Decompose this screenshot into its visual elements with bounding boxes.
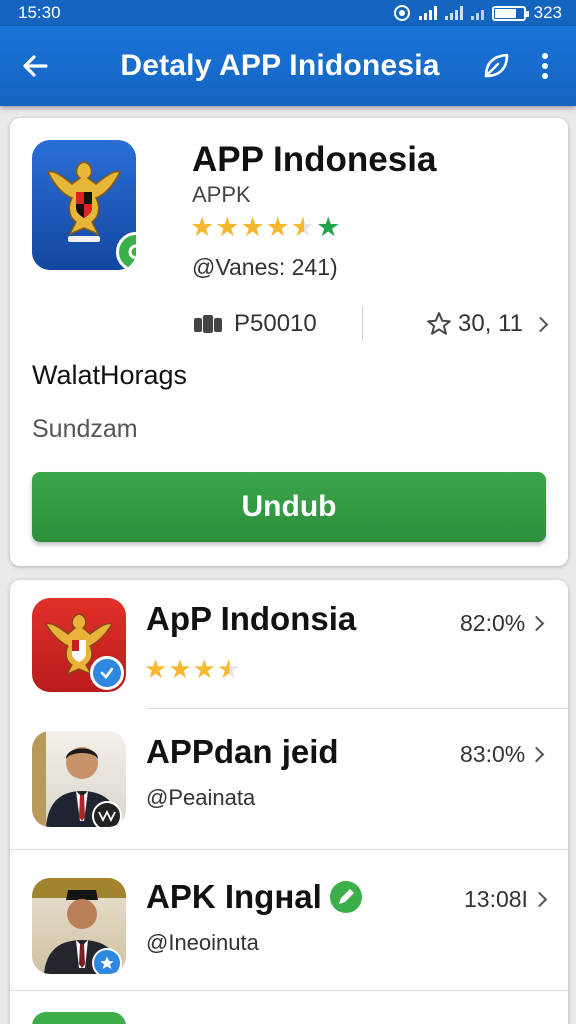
related-app-icon bbox=[32, 878, 126, 974]
related-app-subtitle: @Ineoinuta bbox=[146, 930, 259, 955]
star-green-icon: ★ bbox=[316, 212, 341, 242]
app-bar-title: Detaly APP Inidonesia bbox=[120, 49, 440, 82]
verified-badge bbox=[90, 656, 124, 690]
app-icon bbox=[32, 140, 136, 270]
brand-mark-icon bbox=[98, 810, 116, 822]
related-app-name: APK Ingнal bbox=[146, 878, 364, 916]
rating-stars: ★ ★ ★ ★ ★ ★ bbox=[190, 214, 340, 241]
chevron-right-icon bbox=[532, 316, 549, 332]
star-filled-icon: ★ bbox=[240, 212, 265, 242]
related-app-name: ApP Indonsia bbox=[146, 600, 357, 637]
status-time: 15:30 bbox=[18, 3, 61, 22]
related-app-value: 13:08I bbox=[464, 886, 548, 913]
app-size-text: P50010 bbox=[234, 310, 317, 337]
star-badge-icon bbox=[100, 956, 114, 969]
chevron-right-icon bbox=[531, 891, 548, 908]
developer-name: WalatHorags bbox=[32, 360, 188, 390]
related-app-row-3[interactable]: APK Ingнal @Ineoinuta 13:08I bbox=[10, 850, 568, 990]
more-options-button[interactable] bbox=[522, 26, 568, 106]
app-badge bbox=[92, 948, 122, 974]
related-app-icon bbox=[32, 598, 126, 692]
pencil-badge-icon bbox=[329, 881, 362, 913]
star-filled-icon: ★ bbox=[144, 654, 168, 684]
check-icon bbox=[100, 667, 114, 679]
related-app-icon bbox=[32, 731, 126, 827]
review-count: @Vanes: 241) bbox=[192, 254, 338, 280]
back-arrow-icon bbox=[23, 55, 48, 77]
app-badge bbox=[92, 801, 122, 827]
related-app-name: APPdan jeid bbox=[146, 733, 339, 770]
battery-icon bbox=[491, 5, 529, 21]
download-button[interactable]: Undub bbox=[32, 472, 546, 542]
related-app-value: 83:0% bbox=[460, 741, 545, 768]
leaf-icon bbox=[484, 53, 509, 78]
rating-summary-button[interactable]: 30, 11 bbox=[426, 310, 549, 338]
star-filled-icon: ★ bbox=[168, 654, 192, 684]
related-rating-stars: ★ ★ ★ ★ bbox=[144, 656, 240, 682]
related-app-row-2[interactable]: APPdan jeid @Peainata 83:0% bbox=[10, 709, 568, 849]
row-divider bbox=[10, 990, 568, 991]
chevron-right-icon bbox=[528, 615, 545, 632]
star-filled-icon: ★ bbox=[215, 212, 240, 242]
verified-check-icon bbox=[128, 244, 136, 260]
related-app-value-text: 83:0% bbox=[460, 741, 526, 767]
status-icons: 323 bbox=[393, 3, 562, 23]
back-button[interactable] bbox=[0, 26, 70, 106]
star-outline-icon bbox=[427, 312, 451, 335]
related-app-value: 82:0% bbox=[460, 610, 545, 637]
app-name: APP Indonesia bbox=[192, 140, 437, 179]
star-half-icon: ★ bbox=[216, 654, 241, 684]
app-type: APPK bbox=[192, 182, 251, 207]
chevron-right-icon bbox=[528, 746, 545, 763]
signal-icon bbox=[418, 6, 437, 20]
storage-icon bbox=[194, 315, 222, 333]
leaf-button[interactable] bbox=[470, 26, 522, 106]
signal-icon-2 bbox=[444, 6, 463, 20]
app-category: Sundzam bbox=[32, 415, 138, 443]
related-app-row-1[interactable]: ApP Indonsia ★ ★ ★ ★ 82:0% bbox=[10, 580, 568, 708]
more-vert-icon bbox=[542, 53, 548, 79]
battery-text: 323 bbox=[533, 3, 562, 22]
signal-icon-3 bbox=[470, 6, 484, 20]
app-size: P50010 bbox=[192, 310, 317, 338]
hotspot-icon bbox=[393, 5, 410, 21]
rating-summary-text: 30, 11 bbox=[458, 310, 523, 337]
star-filled-icon: ★ bbox=[190, 212, 215, 242]
meta-divider bbox=[362, 306, 363, 340]
star-filled-icon: ★ bbox=[265, 212, 290, 242]
app-bar: Detaly APP Inidonesia bbox=[0, 26, 576, 106]
related-app-subtitle: @Peainata bbox=[146, 785, 256, 810]
status-bar: 15:30 323 bbox=[0, 0, 576, 26]
next-row-icon-peek bbox=[32, 1012, 126, 1024]
app-detail-card: APP Indonesia APPK ★ ★ ★ ★ ★ ★ @Vanes: 241) P… bbox=[10, 118, 568, 566]
related-app-value-text: 82:0% bbox=[460, 610, 526, 636]
related-apps-card: ApP Indonsia ★ ★ ★ ★ 82:0% APPdan jeid @Pea… bbox=[10, 580, 568, 1024]
star-filled-icon: ★ bbox=[192, 654, 216, 684]
related-app-value-text: 13:08I bbox=[464, 886, 528, 912]
star-half-icon: ★ bbox=[290, 212, 316, 242]
related-app-name-text: APK Ingнal bbox=[146, 878, 322, 915]
